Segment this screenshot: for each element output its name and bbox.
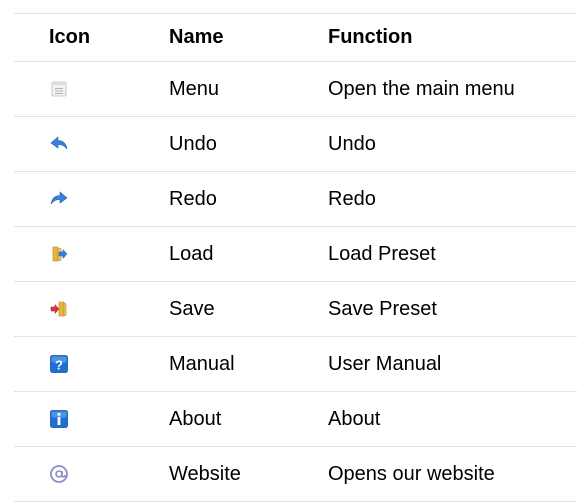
row-function: Open the main menu: [328, 77, 515, 100]
load-preset-icon: [49, 244, 69, 264]
table-row: Load Load Preset: [14, 227, 577, 282]
row-name: Undo: [169, 132, 217, 155]
manual-icon: ?: [49, 354, 69, 374]
row-function: Opens our website: [328, 462, 495, 485]
header-function: Function: [328, 26, 413, 48]
row-name: Load: [169, 242, 214, 265]
website-icon: [49, 464, 69, 484]
table-row: Website Opens our website: [14, 447, 577, 502]
row-name: Website: [169, 462, 241, 485]
header-name: Name: [169, 26, 224, 48]
table-row: Menu Open the main menu: [14, 62, 577, 117]
toolbar-icons-table: Icon Name Function Menu Open the main me…: [14, 13, 577, 502]
row-function: Undo: [328, 132, 376, 155]
svg-text:?: ?: [55, 358, 63, 373]
row-name: Manual: [169, 352, 235, 375]
about-icon: [49, 409, 69, 429]
table-row: Save Save Preset: [14, 282, 577, 337]
row-function: User Manual: [328, 352, 442, 375]
row-name: Redo: [169, 187, 217, 210]
row-name: Save: [169, 297, 215, 320]
table-row: About About: [14, 392, 577, 447]
row-function: Redo: [328, 187, 376, 210]
table-row: Redo Redo: [14, 172, 577, 227]
undo-icon: [49, 134, 69, 154]
row-function: Save Preset: [328, 297, 437, 320]
table-row: Undo Undo: [14, 117, 577, 172]
header-icon: Icon: [49, 26, 91, 48]
table-row: ? Manual User Manual: [14, 337, 577, 392]
table-header-row: Icon Name Function: [14, 14, 577, 62]
row-name: Menu: [169, 77, 220, 100]
row-name: About: [169, 407, 222, 430]
row-function: About: [328, 407, 381, 430]
row-function: Load Preset: [328, 242, 436, 265]
redo-icon: [49, 189, 69, 209]
save-preset-icon: [49, 299, 69, 319]
menu-icon: [49, 79, 69, 99]
